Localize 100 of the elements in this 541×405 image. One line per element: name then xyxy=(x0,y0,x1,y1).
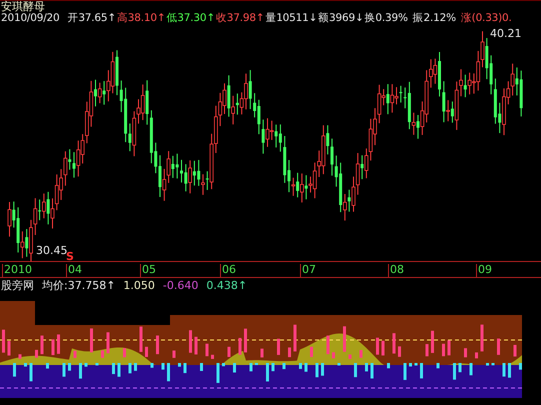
histogram-bar xyxy=(206,344,208,356)
histogram-bar xyxy=(519,363,522,370)
price-label: 40.21 xyxy=(490,28,522,39)
histogram-bar xyxy=(404,363,406,380)
histogram-bar xyxy=(316,363,318,378)
trend-arrow: ↑ xyxy=(256,12,264,24)
histogram-bar xyxy=(178,363,181,367)
histogram-bar xyxy=(458,363,462,372)
histogram-bar xyxy=(436,363,440,368)
histogram-bar xyxy=(338,363,340,366)
stock-name: 安琪酵母 xyxy=(0,0,541,12)
histogram-bar xyxy=(184,363,186,374)
histogram-bar xyxy=(354,363,357,378)
histogram-bar xyxy=(172,350,176,358)
histogram-bar xyxy=(194,336,198,354)
histogram-bar xyxy=(470,363,472,376)
histogram-bar xyxy=(13,363,16,377)
histogram-bar xyxy=(277,338,280,355)
histogram-bar xyxy=(167,363,170,382)
histogram-bar xyxy=(140,326,142,352)
signal-mark: S xyxy=(66,251,74,262)
indicator-value: 0.438 xyxy=(206,280,238,293)
indicator-name: 股旁网 xyxy=(1,280,34,293)
trend-arrow: ↑ xyxy=(156,12,166,24)
histogram-bar xyxy=(128,363,132,374)
histogram-bar xyxy=(310,346,313,357)
histogram-bar xyxy=(326,336,330,354)
histogram-bar xyxy=(18,354,22,359)
histogram-bar xyxy=(123,348,126,358)
histogram-bar xyxy=(376,338,379,355)
trend-arrow: ↑ xyxy=(106,280,116,293)
histogram-bar xyxy=(497,338,500,355)
quote-field: 高38.10 xyxy=(117,12,157,24)
trend-arrow: ↑ xyxy=(206,12,215,24)
quote-field: 低37.30 xyxy=(166,12,206,24)
histogram-bar xyxy=(492,363,494,366)
histogram-bar xyxy=(282,363,286,370)
histogram-bar xyxy=(238,338,242,355)
trend-arrow: ↓ xyxy=(308,12,318,24)
histogram-bar xyxy=(35,350,38,358)
histogram-bar xyxy=(84,363,88,367)
histogram-bar xyxy=(392,333,396,354)
histogram-bar xyxy=(442,344,445,356)
histogram-bar xyxy=(321,363,324,376)
histogram-bar xyxy=(211,354,214,359)
histogram-bar xyxy=(514,344,516,356)
histogram-bar xyxy=(348,354,352,359)
histogram-bar xyxy=(118,363,120,377)
histogram-bar xyxy=(365,363,368,372)
quote-field: 开37.65 xyxy=(68,12,108,24)
histogram-bar xyxy=(52,339,54,356)
histogram-bar xyxy=(112,363,115,374)
trend-arrow: ↑ xyxy=(238,280,248,293)
axis-label: 07 xyxy=(300,264,316,277)
histogram-bar xyxy=(272,363,274,372)
histogram-bar xyxy=(40,336,44,354)
histogram-bar xyxy=(288,347,291,358)
quote-field: 涨(0.33)0. xyxy=(460,12,512,24)
histogram-bar xyxy=(398,346,401,357)
histogram-bar xyxy=(508,363,511,378)
axis-label: 05 xyxy=(140,264,156,277)
histogram-bar xyxy=(134,363,137,371)
histogram-bar xyxy=(200,363,203,371)
price-label: 30.45 xyxy=(36,245,68,256)
axis-label: 2010 xyxy=(2,264,32,277)
histogram-bar xyxy=(332,352,335,358)
histogram-bar xyxy=(475,352,478,358)
indicator-value: 均价:37.758 xyxy=(42,280,106,293)
trend-arrow: ↓ xyxy=(354,12,364,24)
histogram-bar xyxy=(30,363,32,382)
histogram-bar xyxy=(90,328,93,352)
histogram-bar xyxy=(266,363,269,382)
histogram-bar xyxy=(101,350,104,358)
histogram-bar xyxy=(480,324,484,352)
histogram-bar xyxy=(156,336,159,354)
histogram-bar xyxy=(145,346,148,357)
histogram-bar xyxy=(382,340,384,356)
histogram-bar xyxy=(222,363,225,366)
histogram-bar xyxy=(24,363,27,367)
histogram-bar xyxy=(370,363,374,378)
histogram-bar xyxy=(150,363,154,368)
histogram-bar xyxy=(96,363,98,366)
histogram-bar xyxy=(294,324,296,352)
histogram-bar xyxy=(464,348,467,358)
histogram-bar xyxy=(46,363,49,369)
quote-field: 振2.12% xyxy=(412,12,456,24)
histogram-bar xyxy=(486,363,489,366)
axis-label: 09 xyxy=(476,264,492,277)
histogram-bar xyxy=(426,344,428,356)
histogram-bar xyxy=(409,363,412,366)
histogram-bar xyxy=(228,346,230,357)
histogram-bar xyxy=(502,363,506,377)
histogram-bar xyxy=(162,363,164,370)
axis-label: 08 xyxy=(388,264,404,277)
histogram-bar xyxy=(233,363,236,373)
histogram-bar xyxy=(8,340,10,356)
histogram-bar xyxy=(453,363,456,380)
indicator-value: 1.050 xyxy=(123,280,155,293)
histogram-bar xyxy=(62,363,66,377)
histogram-bar xyxy=(414,363,418,366)
